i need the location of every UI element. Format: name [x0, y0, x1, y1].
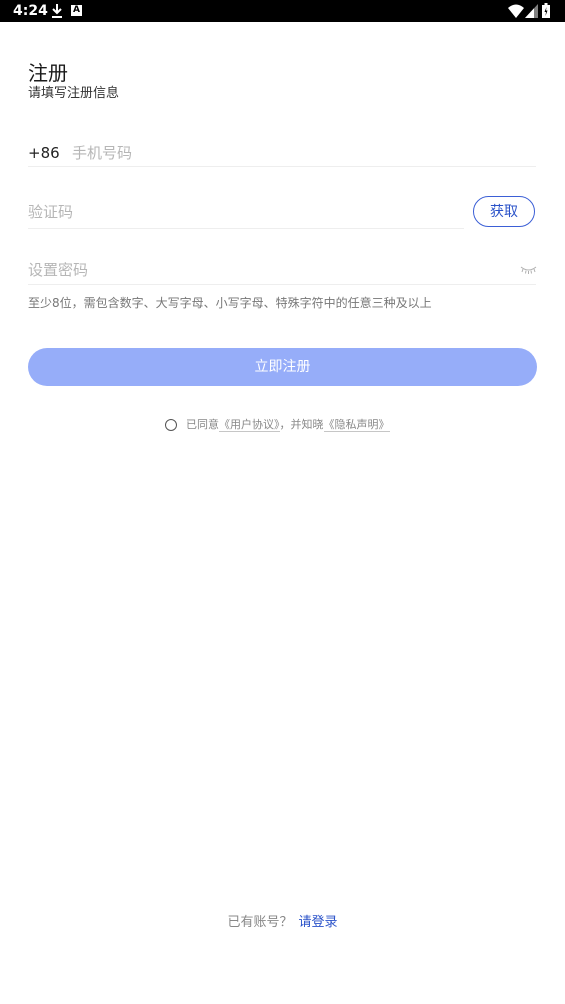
- download-icon: [52, 4, 62, 18]
- agreement-radio[interactable]: [165, 419, 177, 431]
- battery-icon: [542, 3, 550, 18]
- agreement-row: 已同意《用户协议》，并知晓《隐私声明》: [165, 416, 390, 432]
- country-code[interactable]: +86: [28, 144, 60, 162]
- page-subtitle: 请填写注册信息: [28, 86, 120, 101]
- login-link[interactable]: 请登录: [299, 915, 338, 930]
- signal-icon: [525, 4, 538, 18]
- privacy-link[interactable]: 《隐私声明》: [323, 418, 390, 432]
- login-prompt: 已有账号？ 请登录: [0, 911, 565, 930]
- eye-closed-icon[interactable]: [520, 266, 537, 274]
- password-input[interactable]: [28, 259, 508, 281]
- agreement-middle: ，并知晓: [279, 418, 324, 431]
- get-code-button[interactable]: 获取: [473, 196, 535, 227]
- status-time: 4:24: [13, 3, 48, 19]
- phone-input[interactable]: [72, 142, 532, 164]
- user-agreement-link[interactable]: 《用户协议》: [219, 418, 280, 432]
- code-divider: [28, 228, 464, 229]
- verification-code-input[interactable]: [28, 201, 458, 223]
- phone-divider: [28, 166, 536, 167]
- a-badge-icon: A: [71, 5, 82, 16]
- agreement-prefix: 已同意: [186, 418, 219, 431]
- login-question: 已有账号？: [227, 915, 293, 930]
- password-divider: [28, 284, 536, 285]
- wifi-icon: [508, 4, 524, 18]
- status-bar: 4:24 A: [0, 0, 565, 22]
- register-button[interactable]: 立即注册: [28, 348, 537, 386]
- password-hint: 至少8位，需包含数字、大写字母、小写字母、特殊字符中的任意三种及以上: [28, 296, 432, 310]
